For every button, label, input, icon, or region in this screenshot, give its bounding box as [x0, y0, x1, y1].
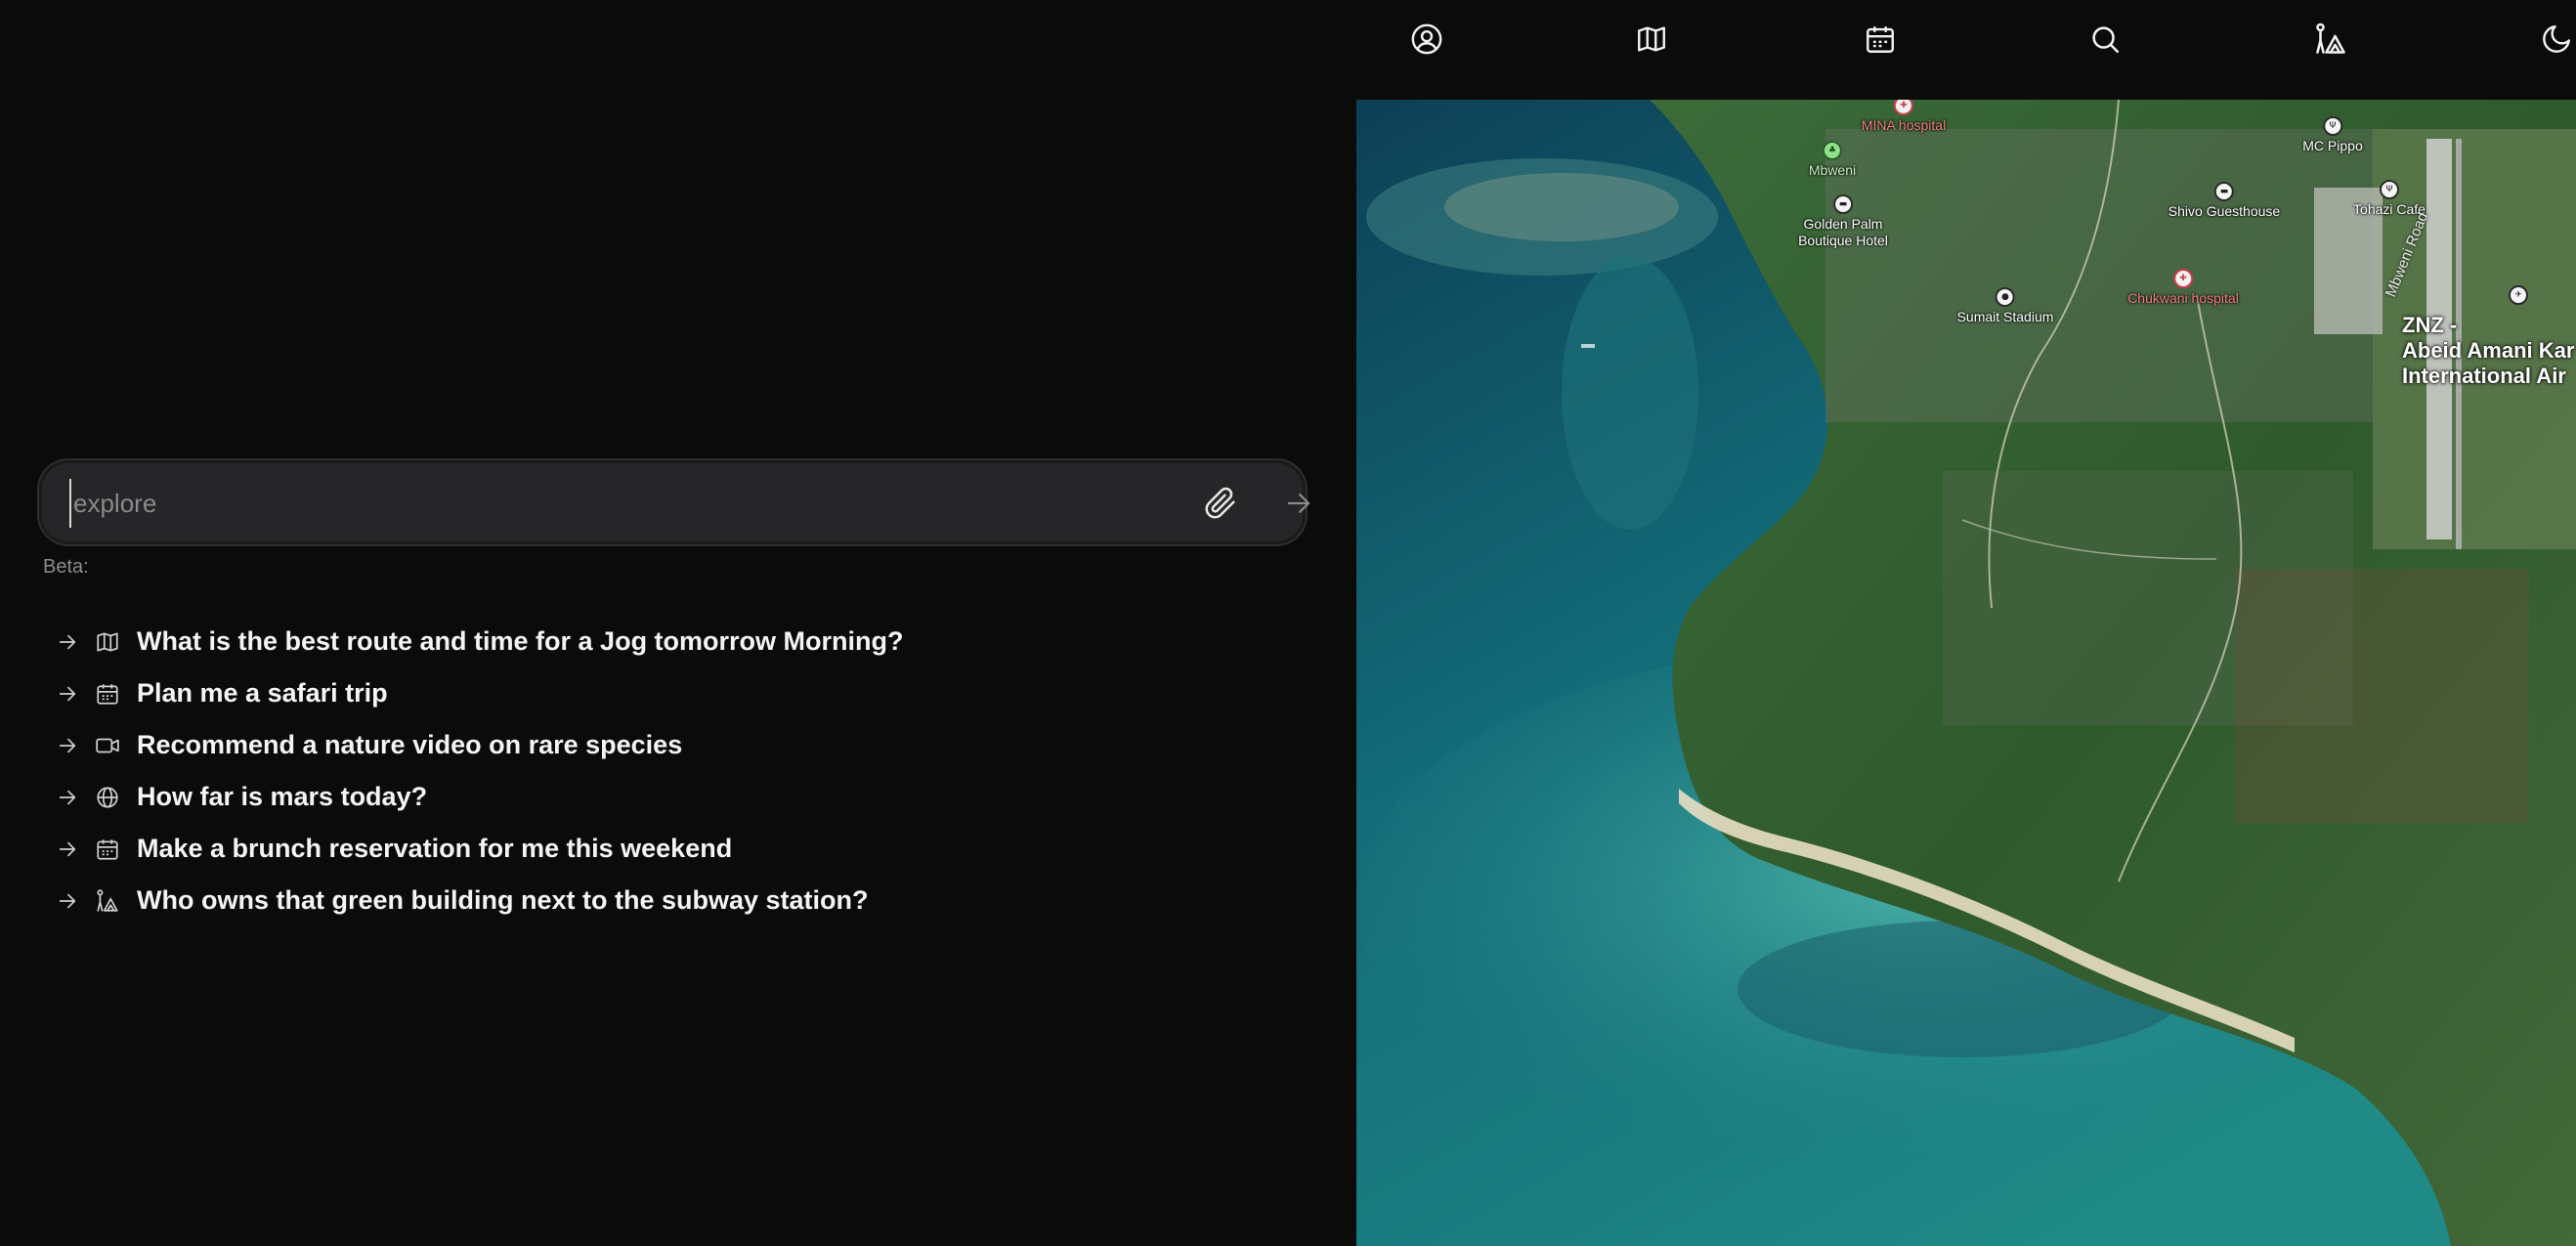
poi-label: Chukwani hospital	[2127, 290, 2239, 306]
poi-mbweni[interactable]: ♣ Mbweni	[1809, 141, 1856, 179]
airport-label: ZNZ - Abeid Amani Kar International Air	[2402, 313, 2575, 388]
user-circle-icon	[1410, 22, 1443, 61]
search-box	[39, 460, 1310, 544]
search-button[interactable]	[2085, 21, 2125, 61]
poi-shivo-guesthouse[interactable]: ▬ Shivo Guesthouse	[2168, 182, 2280, 220]
map-icon	[94, 628, 121, 656]
paperclip-icon	[1204, 487, 1237, 525]
poi-golden-palm-hotel[interactable]: ▬ Golden Palm Boutique Hotel	[1798, 194, 1888, 249]
top-toolbar	[1356, 0, 2576, 98]
app-root: Beta: What is the best route and time fo…	[0, 0, 2576, 1246]
send-button[interactable]	[1278, 485, 1319, 526]
poi-label: Golden Palm Boutique Hotel	[1798, 216, 1888, 248]
arrow-right-icon	[55, 888, 80, 914]
suggestion-label: What is the best route and time for a Jo…	[137, 626, 904, 656]
airplane-icon: ✈	[2509, 285, 2528, 305]
stadium-icon: ●	[1995, 287, 2015, 307]
poi-label: Shivo Guesthouse	[2168, 203, 2281, 219]
poi-label: MC Pippo	[2302, 138, 2363, 153]
suggestion-item-mars[interactable]: How far is mars today?	[55, 771, 904, 823]
hospital-icon: ✚	[2173, 269, 2193, 288]
suggestion-label: How far is mars today?	[137, 782, 428, 811]
map-button[interactable]	[1632, 21, 1671, 61]
dark-mode-toggle[interactable]	[2537, 21, 2576, 61]
suggestion-label: Who owns that green building next to the…	[137, 885, 869, 915]
suggestion-list: What is the best route and time for a Jo…	[55, 616, 904, 926]
fork-knife-icon: Ψ	[2323, 116, 2342, 136]
chat-panel: Beta: What is the best route and time fo…	[0, 0, 1356, 1246]
video-icon	[94, 732, 121, 759]
person-landmark-icon	[94, 887, 121, 915]
arrow-right-icon	[55, 785, 80, 810]
beta-label: Beta:	[43, 556, 89, 578]
poi-chukwani-hospital[interactable]: ✚ Chukwani hospital	[2127, 269, 2239, 307]
park-icon: ♣	[1823, 141, 1842, 160]
suggestion-item-jog-route[interactable]: What is the best route and time for a Jo…	[55, 616, 904, 667]
calendar-icon	[1864, 22, 1897, 61]
suggestion-label: Make a brunch reservation for me this we…	[137, 834, 733, 863]
poi-mina-hospital[interactable]: ✚ MINA hospital	[1862, 100, 1946, 134]
poi-mc-pippo[interactable]: Ψ MC Pippo	[2302, 116, 2363, 154]
bed-icon: ▬	[1833, 194, 1853, 214]
map-icon	[1635, 22, 1668, 61]
arrow-right-icon	[55, 837, 80, 862]
hospital-icon: ✚	[1894, 100, 1913, 115]
suggestion-item-brunch[interactable]: Make a brunch reservation for me this we…	[55, 823, 904, 875]
calendar-icon	[94, 836, 121, 863]
suggestion-item-nature-video[interactable]: Recommend a nature video on rare species	[55, 719, 904, 771]
arrow-right-icon	[55, 681, 80, 707]
suggestion-item-safari[interactable]: Plan me a safari trip	[55, 667, 904, 719]
calendar-button[interactable]	[1861, 21, 1900, 61]
calendar-icon	[94, 680, 121, 708]
suggestion-label: Recommend a nature video on rare species	[137, 730, 683, 759]
suggestion-item-green-building[interactable]: Who owns that green building next to the…	[55, 875, 904, 926]
explore-places-button[interactable]	[2311, 21, 2350, 61]
fork-knife-icon: Ψ	[2380, 180, 2399, 199]
suggestion-label: Plan me a safari trip	[137, 678, 388, 708]
arrow-right-icon	[55, 629, 80, 655]
poi-label: Sumait Stadium	[1956, 309, 2054, 324]
globe-icon	[94, 784, 121, 811]
attach-button[interactable]	[1200, 485, 1241, 526]
poi-label: Mbweni	[1808, 162, 1857, 178]
poi-sumait-stadium[interactable]: ● Sumait Stadium	[1956, 287, 2054, 325]
bed-icon: ▬	[2214, 182, 2234, 201]
satellite-map[interactable]: ✚ MINA hospital ♣ Mbweni ▬ Golden Palm B…	[1356, 100, 2576, 1246]
explore-input[interactable]	[69, 479, 1148, 528]
airport-marker[interactable]: ✈	[2509, 285, 2528, 305]
poi-label: MINA hospital	[1861, 117, 1947, 133]
moon-icon	[2540, 22, 2573, 61]
search-icon	[2088, 22, 2122, 61]
profile-button[interactable]	[1407, 21, 1446, 61]
arrow-right-icon	[1284, 489, 1313, 523]
person-landmark-icon	[2313, 21, 2348, 62]
arrow-right-icon	[55, 733, 80, 758]
map-panel: ✚ MINA hospital ♣ Mbweni ▬ Golden Palm B…	[1356, 0, 2576, 1246]
